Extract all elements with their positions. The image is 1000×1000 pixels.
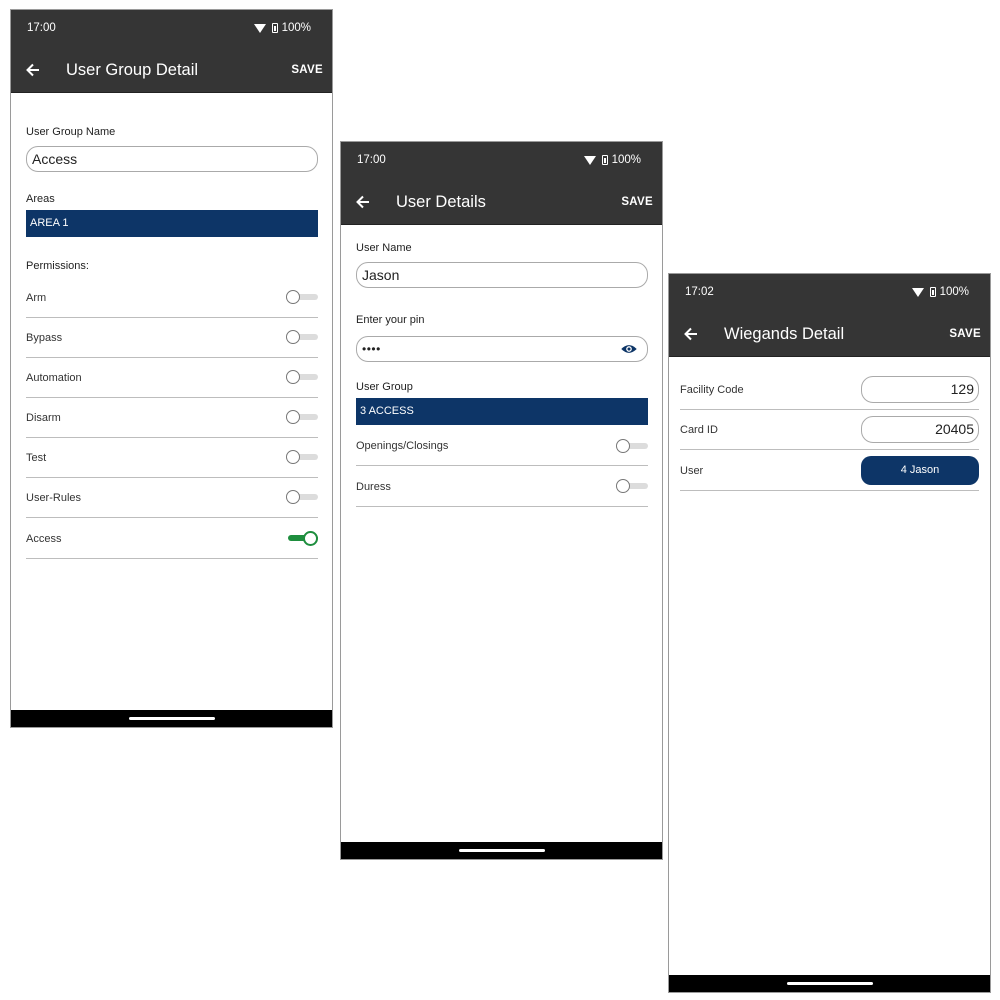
option-label: Duress — [356, 481, 391, 493]
permission-label: User-Rules — [26, 492, 82, 504]
status-time: 17:00 — [27, 22, 56, 34]
group-name-input[interactable]: Access — [26, 146, 318, 172]
permission-label: Access — [26, 533, 62, 545]
automation-toggle[interactable] — [286, 370, 318, 384]
battery-icon — [271, 23, 278, 33]
arrow-left-icon[interactable] — [353, 192, 373, 212]
nav-bar — [669, 975, 990, 992]
facility-code-input[interactable]: 129 — [861, 376, 979, 403]
card-id-label: Card ID — [680, 424, 718, 436]
battery-level: 100% — [939, 286, 969, 298]
nav-bar — [11, 710, 332, 727]
eye-icon[interactable] — [620, 343, 638, 355]
permission-row-access: Access — [26, 519, 318, 559]
permission-label: Automation — [26, 372, 82, 384]
page-title: User Details — [396, 193, 486, 211]
user-selector-button[interactable]: 4 Jason — [861, 456, 979, 485]
permission-row-user-rules: User-Rules — [26, 478, 318, 518]
user-rules-toggle[interactable] — [286, 490, 318, 504]
status-time: 17:00 — [357, 154, 386, 166]
nav-bar — [341, 842, 662, 859]
disarm-toggle[interactable] — [286, 410, 318, 424]
user-row: User 4 Jason — [680, 450, 979, 491]
status-time: 17:02 — [685, 286, 714, 298]
battery-icon — [929, 287, 936, 297]
permissions-label: Permissions: — [26, 260, 89, 272]
wifi-icon — [583, 155, 596, 165]
arm-toggle[interactable] — [286, 290, 318, 304]
option-row-duress: Duress — [356, 466, 648, 507]
user-label: User — [680, 465, 704, 477]
test-toggle[interactable] — [286, 450, 318, 464]
permission-row-disarm: Disarm — [26, 398, 318, 438]
card-id-row: Card ID 20405 — [680, 410, 979, 450]
access-toggle[interactable] — [286, 531, 318, 546]
user-group-label: User Group — [356, 381, 413, 393]
battery-level: 100% — [281, 22, 311, 34]
permission-label: Test — [26, 452, 47, 464]
bypass-toggle[interactable] — [286, 330, 318, 344]
permission-row-automation: Automation — [26, 358, 318, 398]
save-button[interactable]: SAVE — [291, 64, 323, 76]
phone-wiegands-detail: 17:02 100% Wiegands Detail SAVE Facility… — [668, 273, 991, 993]
facility-code-row: Facility Code 129 — [680, 370, 979, 410]
home-handle[interactable] — [128, 717, 215, 720]
pin-input[interactable]: •••• — [356, 336, 648, 362]
wifi-icon — [911, 287, 924, 297]
areas-selector[interactable]: AREA 1 — [26, 210, 318, 237]
home-handle[interactable] — [458, 849, 545, 852]
permission-row-arm: Arm — [26, 278, 318, 318]
permission-label: Arm — [26, 292, 47, 304]
user-name-label: User Name — [356, 242, 412, 254]
permission-label: Bypass — [26, 332, 63, 344]
arrow-left-icon[interactable] — [681, 324, 701, 344]
user-name-input[interactable]: Jason — [356, 262, 648, 288]
phone-user-details: 17:00 100% User Details SAVE User Name J… — [340, 141, 663, 860]
group-name-label: User Group Name — [26, 126, 116, 138]
battery-level: 100% — [611, 154, 641, 166]
option-row-openings-closings: Openings/Closings — [356, 426, 648, 466]
pin-value: •••• — [362, 342, 381, 356]
status-bar: 17:00 100% — [11, 10, 332, 48]
user-group-selector[interactable]: 3 ACCESS — [356, 398, 648, 425]
permission-row-bypass: Bypass — [26, 318, 318, 358]
openings-closings-toggle[interactable] — [616, 439, 648, 453]
areas-label: Areas — [26, 193, 55, 205]
permission-row-test: Test — [26, 438, 318, 478]
page-title: User Group Detail — [66, 61, 199, 79]
app-bar: User Group Detail SAVE — [11, 48, 332, 93]
app-bar: User Details SAVE — [341, 180, 662, 225]
arrow-left-icon[interactable] — [23, 60, 43, 80]
battery-icon — [601, 155, 608, 165]
page-title: Wiegands Detail — [724, 325, 845, 343]
save-button[interactable]: SAVE — [949, 328, 981, 340]
status-bar: 17:02 100% — [669, 274, 990, 312]
option-label: Openings/Closings — [356, 440, 449, 452]
pin-label: Enter your pin — [356, 314, 425, 326]
app-bar: Wiegands Detail SAVE — [669, 312, 990, 357]
permission-label: Disarm — [26, 412, 61, 424]
phone-user-group-detail: 17:00 100% User Group Detail SAVE User G… — [10, 9, 333, 728]
wifi-icon — [253, 23, 266, 33]
card-id-input[interactable]: 20405 — [861, 416, 979, 443]
save-button[interactable]: SAVE — [621, 196, 653, 208]
home-handle[interactable] — [786, 982, 873, 985]
facility-code-label: Facility Code — [680, 384, 744, 396]
duress-toggle[interactable] — [616, 479, 648, 493]
status-bar: 17:00 100% — [341, 142, 662, 180]
